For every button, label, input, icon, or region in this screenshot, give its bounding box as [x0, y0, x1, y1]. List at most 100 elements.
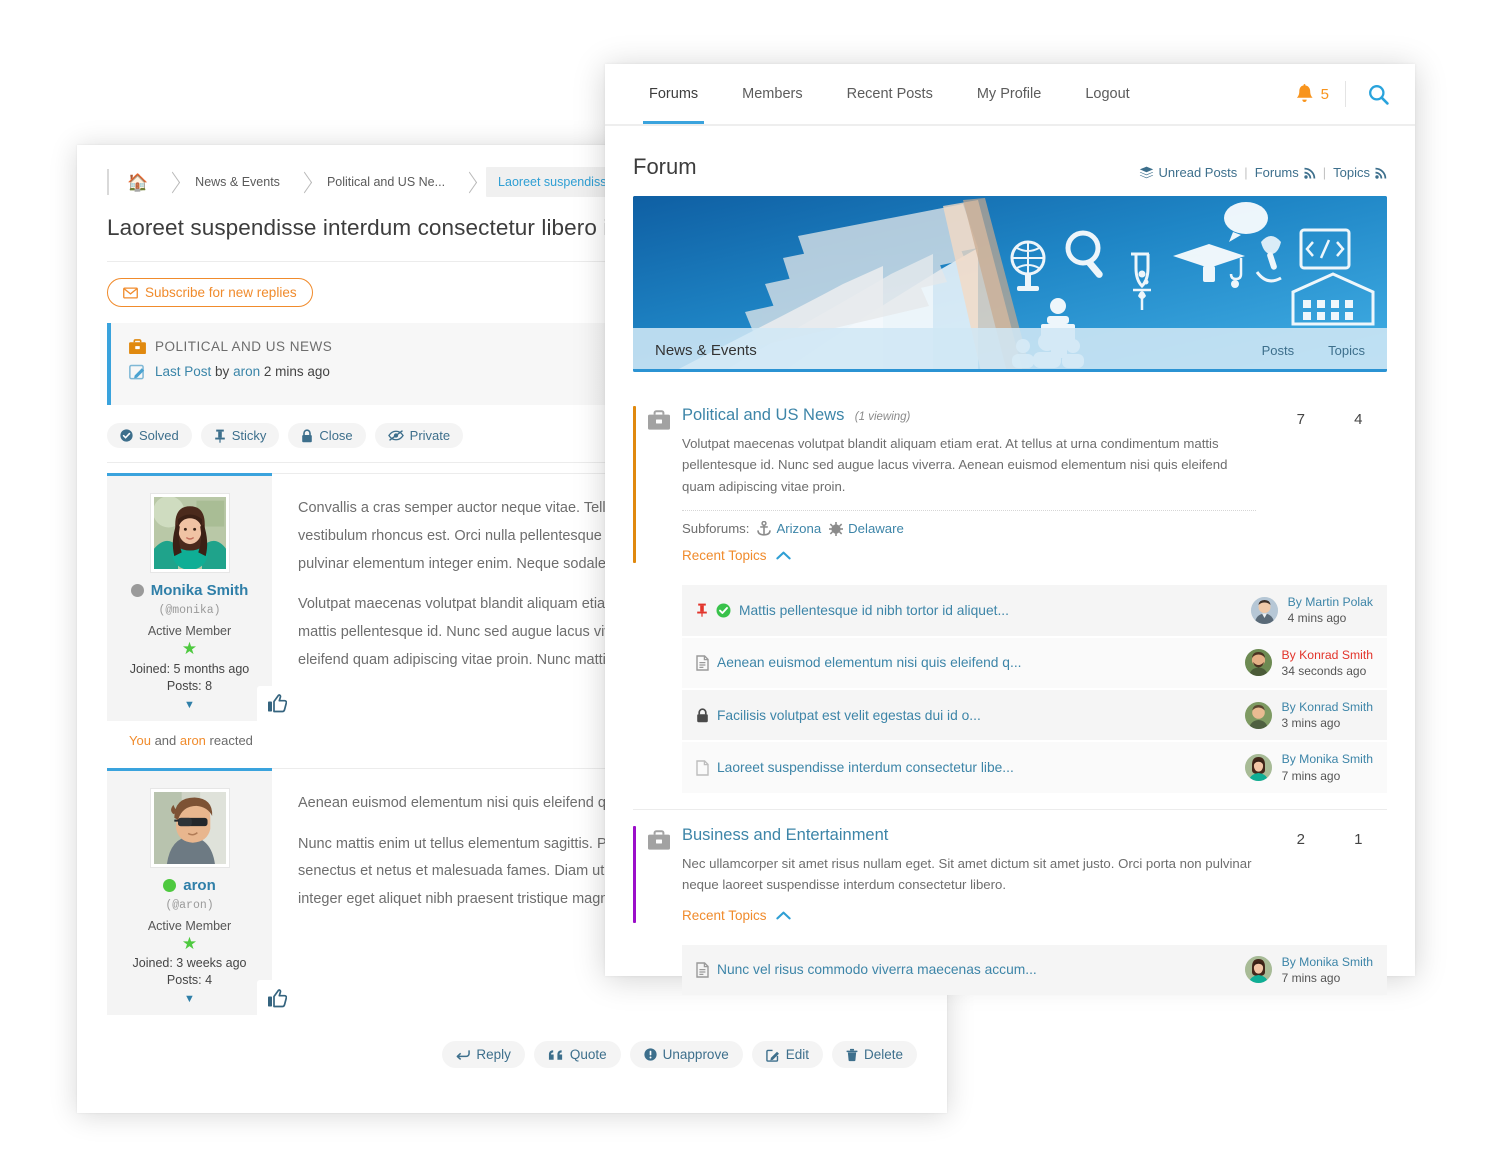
action-label: Edit — [786, 1047, 809, 1062]
rss-icon — [1375, 167, 1387, 179]
action-label: Reply — [476, 1047, 511, 1062]
briefcase-icon — [648, 410, 670, 430]
check-circle-icon — [716, 603, 731, 618]
topics-feed-link[interactable]: Topics — [1333, 165, 1387, 180]
recent-topics-list: Mattis pellentesque id nibh tortor id al… — [682, 585, 1387, 793]
reaction-you: You — [129, 733, 151, 748]
avatar-monika-smith — [1245, 754, 1272, 781]
delete-button[interactable]: Delete — [832, 1041, 917, 1068]
forum-list: Political and US News (1 viewing) Volutp… — [605, 372, 1415, 995]
last-post-link[interactable]: Last Post — [155, 364, 211, 379]
subforums-row: Subforums: Arizona — [682, 521, 1256, 536]
topic-title[interactable]: Laoreet suspendisse interdum consectetur… — [717, 760, 1014, 775]
breadcrumb-home[interactable]: 🏠 — [121, 167, 160, 197]
breadcrumb-item-news-events[interactable]: News & Events — [189, 167, 292, 197]
briefcase-icon — [129, 339, 146, 354]
unread-posts-link[interactable]: Unread Posts — [1139, 165, 1238, 180]
subforum-label[interactable]: Delaware — [848, 521, 904, 536]
chip-sticky[interactable]: Sticky — [201, 423, 280, 448]
doc-lines-icon — [696, 962, 709, 978]
recent-topics-label: Recent Topics — [682, 908, 767, 923]
subscribe-button[interactable]: Subscribe for new replies — [107, 278, 313, 307]
topic-title[interactable]: Aenean euismod elementum nisi quis eleif… — [717, 655, 1021, 670]
topic-author[interactable]: By Monika Smith — [1282, 954, 1373, 970]
topic-time: 7 mins ago — [1282, 970, 1373, 986]
author-name[interactable]: aron — [183, 877, 216, 894]
author-name[interactable]: Monika Smith — [151, 582, 249, 599]
expand-author-caret-icon[interactable]: ▼ — [117, 699, 262, 711]
action-label: Delete — [864, 1047, 903, 1062]
topic-row[interactable]: Laoreet suspendisse interdum consectetur… — [682, 742, 1387, 792]
topic-row[interactable]: Mattis pellentesque id nibh tortor id al… — [682, 585, 1387, 635]
last-post-author[interactable]: aron — [233, 364, 260, 379]
chevron-right-icon — [462, 171, 477, 193]
forum-header: Forum Unread Posts | Forums — [605, 126, 1415, 196]
subscribe-label: Subscribe for new replies — [145, 285, 297, 300]
briefcase-icon — [648, 830, 670, 850]
lock-icon — [696, 708, 709, 723]
avatar-image-monika — [154, 497, 226, 569]
chevron-right-icon — [165, 171, 180, 193]
quote-button[interactable]: Quote — [534, 1041, 621, 1068]
pencil-square-icon — [766, 1048, 780, 1062]
like-button[interactable] — [257, 686, 297, 722]
topic-author[interactable]: By Martin Polak — [1288, 594, 1373, 610]
notifications-button[interactable]: 5 — [1295, 84, 1345, 105]
nav-item-forums[interactable]: Forums — [627, 66, 720, 122]
nav-item-logout[interactable]: Logout — [1063, 66, 1151, 122]
subforum-label[interactable]: Arizona — [776, 521, 821, 536]
expand-author-caret-icon[interactable]: ▼ — [117, 993, 262, 1005]
nav-item-recent-posts[interactable]: Recent Posts — [825, 66, 955, 122]
forum-title-link[interactable]: Political and US News — [682, 406, 844, 424]
author-name-row: Monika Smith — [117, 582, 262, 599]
topic-right: By Konrad Smith 3 mins ago — [1245, 699, 1373, 731]
forum-main-cell: Political and US News (1 viewing) Volutp… — [682, 406, 1272, 563]
topic-meta: By Monika Smith 7 mins ago — [1282, 954, 1373, 986]
search-button[interactable] — [1346, 84, 1415, 105]
link-separator: | — [1323, 165, 1326, 180]
chip-solved[interactable]: Solved — [107, 423, 192, 448]
envelope-icon — [123, 287, 138, 299]
topic-title[interactable]: Facilisis volutpat est velit egestas dui… — [717, 708, 981, 723]
topic-author[interactable]: By Konrad Smith — [1282, 647, 1373, 663]
chip-private[interactable]: Private — [375, 423, 463, 448]
forum-category-label: POLITICAL AND US NEWS — [155, 339, 332, 354]
topic-title[interactable]: Mattis pellentesque id nibh tortor id al… — [739, 603, 1009, 618]
forum-main-cell: Business and Entertainment Nec ullamcorp… — [682, 826, 1272, 923]
topic-row[interactable]: Nunc vel risus commodo viverra maecenas … — [682, 945, 1387, 995]
topic-meta: By Martin Polak 4 mins ago — [1288, 594, 1373, 626]
like-button[interactable] — [257, 980, 297, 1016]
topic-row[interactable]: Facilisis volutpat est velit egestas dui… — [682, 690, 1387, 740]
subforum-delaware[interactable]: Delaware — [829, 521, 904, 536]
nav-item-members[interactable]: Members — [720, 66, 824, 122]
breadcrumb-label: Political and US Ne... — [327, 175, 445, 189]
search-icon — [1368, 84, 1389, 105]
recent-topics-toggle[interactable]: Recent Topics — [682, 908, 1256, 923]
nav-item-my-profile[interactable]: My Profile — [955, 66, 1063, 122]
rank-star-icon: ★ — [117, 640, 262, 659]
avatar-image-aron — [154, 792, 226, 864]
anchor-icon — [757, 521, 771, 536]
forums-feed-link[interactable]: Forums — [1255, 165, 1316, 180]
topic-title[interactable]: Nunc vel risus commodo viverra maecenas … — [717, 962, 1037, 977]
chip-label: Close — [319, 428, 352, 443]
avatar — [151, 494, 229, 572]
nav-label: Forums — [649, 86, 698, 102]
topic-left: Mattis pellentesque id nibh tortor id al… — [696, 603, 1009, 618]
topic-row[interactable]: Aenean euismod elementum nisi quis eleif… — [682, 638, 1387, 688]
quote-icon — [548, 1049, 564, 1061]
topic-author[interactable]: By Konrad Smith — [1282, 699, 1373, 715]
nav-label: My Profile — [977, 86, 1041, 102]
by-label: by — [215, 364, 229, 379]
chip-close[interactable]: Close — [288, 423, 365, 448]
edit-button[interactable]: Edit — [752, 1041, 823, 1068]
recent-topics-toggle[interactable]: Recent Topics — [682, 548, 1256, 563]
topic-author[interactable]: By Monika Smith — [1282, 751, 1373, 767]
forum-window: Forums Members Recent Posts My Profile L… — [605, 64, 1415, 976]
subforum-arizona[interactable]: Arizona — [757, 521, 821, 536]
forum-title-link[interactable]: Business and Entertainment — [682, 826, 888, 844]
reply-button[interactable]: Reply — [442, 1041, 525, 1068]
unapprove-button[interactable]: Unapprove — [630, 1041, 743, 1068]
breadcrumb-item-political[interactable]: Political and US Ne... — [321, 167, 457, 197]
reaction-user[interactable]: aron — [180, 733, 206, 748]
